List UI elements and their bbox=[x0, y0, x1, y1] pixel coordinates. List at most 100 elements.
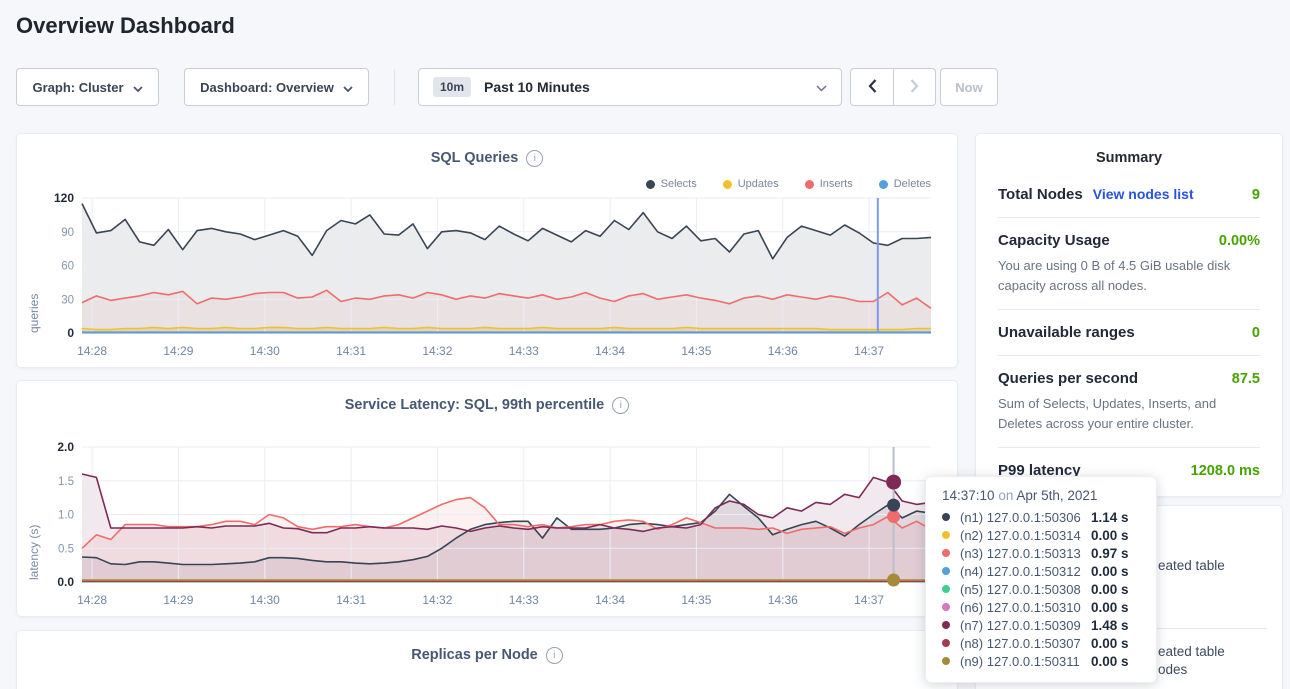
graph-dropdown-label: Graph: Cluster bbox=[32, 80, 123, 95]
tooltip-row: (n7) 127.0.0.1:503091.48 s bbox=[942, 616, 1140, 634]
svg-text:14:32: 14:32 bbox=[422, 344, 452, 358]
tooltip-row: (n6) 127.0.0.1:503100.00 s bbox=[942, 598, 1140, 616]
summary-label: Total Nodes bbox=[998, 186, 1083, 203]
svg-text:120: 120 bbox=[54, 192, 74, 205]
tooltip-row: (n9) 127.0.0.1:503110.00 s bbox=[942, 652, 1140, 670]
dashboard-dropdown[interactable]: Dashboard: Overview bbox=[184, 68, 369, 106]
legend-dot bbox=[646, 180, 655, 189]
svg-text:14:28: 14:28 bbox=[77, 344, 107, 358]
summary-row: Total Nodes View nodes list 9 bbox=[998, 186, 1260, 203]
time-range-dropdown[interactable]: 10m Past 10 Minutes bbox=[418, 68, 842, 106]
svg-text:0.0: 0.0 bbox=[57, 575, 74, 589]
tooltip-row: (n5) 127.0.0.1:503080.00 s bbox=[942, 580, 1140, 598]
svg-text:1.0: 1.0 bbox=[58, 510, 74, 522]
info-icon[interactable]: i bbox=[526, 150, 543, 167]
svg-text:14:33: 14:33 bbox=[509, 344, 539, 358]
node-dot bbox=[942, 603, 950, 611]
chevron-left-icon bbox=[868, 79, 877, 96]
event-text-fragment: odes bbox=[1158, 662, 1187, 677]
overview-dashboard-page: Overview Dashboard Graph: Cluster Dashbo… bbox=[0, 0, 1290, 689]
chart-title: Replicas per Node bbox=[411, 647, 538, 663]
legend-item-updates[interactable]: Updates bbox=[723, 178, 779, 190]
node-dot bbox=[942, 549, 950, 557]
legend-dot bbox=[723, 180, 732, 189]
chart-title: SQL Queries bbox=[431, 150, 519, 166]
chevron-down-icon bbox=[343, 80, 353, 95]
dashboard-controls: Graph: Cluster Dashboard: Overview 10m P… bbox=[16, 68, 1274, 106]
summary-title: Summary bbox=[998, 150, 1260, 166]
service-latency-chart[interactable]: 14:2814:2914:3014:3114:3214:3314:3414:35… bbox=[33, 441, 943, 616]
svg-text:0.5: 0.5 bbox=[58, 543, 74, 555]
divider bbox=[998, 309, 1260, 310]
sql-queries-chart[interactable]: 14:2814:2914:3014:3114:3214:3314:3414:35… bbox=[33, 192, 943, 367]
summary-value: 0 bbox=[1252, 325, 1260, 341]
legend-dot bbox=[879, 180, 888, 189]
node-dot bbox=[942, 531, 950, 539]
divider bbox=[998, 355, 1260, 356]
tooltip-row: (n2) 127.0.0.1:503140.00 s bbox=[942, 526, 1140, 544]
summary-label: Capacity Usage bbox=[998, 232, 1110, 249]
svg-text:14:36: 14:36 bbox=[768, 593, 798, 607]
svg-text:60: 60 bbox=[61, 261, 74, 273]
svg-text:2.0: 2.0 bbox=[57, 441, 74, 454]
tooltip-rows: (n1) 127.0.0.1:503061.14 s(n2) 127.0.0.1… bbox=[942, 508, 1140, 670]
svg-text:14:35: 14:35 bbox=[681, 344, 711, 358]
tooltip-row: (n8) 127.0.0.1:503070.00 s bbox=[942, 634, 1140, 652]
svg-text:14:33: 14:33 bbox=[509, 593, 539, 607]
chevron-down-icon bbox=[816, 80, 827, 95]
svg-text:14:34: 14:34 bbox=[595, 344, 625, 358]
tooltip-row: (n1) 127.0.0.1:503061.14 s bbox=[942, 508, 1140, 526]
summary-value: 0.00% bbox=[1219, 233, 1260, 249]
event-text-fragment: eated table bbox=[1158, 644, 1225, 659]
svg-text:14:37: 14:37 bbox=[854, 593, 884, 607]
legend-item-inserts[interactable]: Inserts bbox=[805, 178, 853, 190]
svg-text:14:37: 14:37 bbox=[854, 344, 884, 358]
legend-item-deletes[interactable]: Deletes bbox=[879, 178, 931, 190]
summary-value: 9 bbox=[1252, 187, 1260, 203]
time-pager bbox=[850, 68, 936, 106]
graph-dropdown[interactable]: Graph: Cluster bbox=[16, 68, 159, 106]
now-button[interactable]: Now bbox=[940, 68, 998, 106]
svg-text:14:31: 14:31 bbox=[336, 593, 366, 607]
time-range-label: Past 10 Minutes bbox=[484, 79, 590, 95]
legend-item-selects[interactable]: Selects bbox=[646, 178, 697, 190]
chevron-right-icon bbox=[910, 79, 919, 96]
svg-text:14:28: 14:28 bbox=[77, 593, 107, 607]
tooltip-timestamp: 14:37:10 on Apr 5th, 2021 bbox=[942, 488, 1140, 503]
svg-text:90: 90 bbox=[61, 227, 74, 239]
svg-text:14:29: 14:29 bbox=[163, 344, 193, 358]
node-dot bbox=[942, 585, 950, 593]
summary-row: Queries per second87.5Sum of Selects, Up… bbox=[998, 370, 1260, 433]
svg-text:14:34: 14:34 bbox=[595, 593, 625, 607]
time-prev-button[interactable] bbox=[850, 68, 893, 106]
toolbar-divider bbox=[394, 69, 395, 105]
chart-tooltip: 14:37:10 on Apr 5th, 2021 (n1) 127.0.0.1… bbox=[925, 476, 1157, 683]
info-icon[interactable]: i bbox=[546, 647, 563, 664]
sql-queries-card: SQL Queries i Selects Updates Inserts Delet… bbox=[16, 133, 958, 368]
chart-title: Service Latency: SQL, 99th percentile bbox=[345, 397, 605, 413]
tooltip-row: (n4) 127.0.0.1:503120.00 s bbox=[942, 562, 1140, 580]
view-nodes-link[interactable]: View nodes list bbox=[1093, 186, 1194, 202]
tooltip-row: (n3) 127.0.0.1:503130.97 s bbox=[942, 544, 1140, 562]
time-range-badge: 10m bbox=[433, 77, 471, 97]
svg-text:0: 0 bbox=[67, 326, 74, 340]
node-dot bbox=[942, 567, 950, 575]
page-title: Overview Dashboard bbox=[16, 13, 235, 39]
node-dot bbox=[942, 621, 950, 629]
svg-text:14:32: 14:32 bbox=[422, 593, 452, 607]
info-icon[interactable]: i bbox=[612, 397, 629, 414]
divider bbox=[998, 447, 1260, 448]
summary-caption: Sum of Selects, Updates, Inserts, and De… bbox=[998, 394, 1260, 433]
legend-dot bbox=[805, 180, 814, 189]
summary-label: Queries per second bbox=[998, 370, 1138, 387]
svg-text:14:30: 14:30 bbox=[250, 593, 280, 607]
time-next-button[interactable] bbox=[893, 68, 936, 106]
chevron-down-icon bbox=[133, 80, 143, 95]
summary-value: 1208.0 ms bbox=[1191, 463, 1260, 479]
node-dot bbox=[942, 657, 950, 665]
summary-panel: Summary Total Nodes View nodes list 9 Capac… bbox=[975, 133, 1283, 497]
summary-row: Capacity Usage0.00%You are using 0 B of … bbox=[998, 232, 1260, 295]
service-latency-card: Service Latency: SQL, 99th percentile i … bbox=[16, 380, 958, 617]
replicas-per-node-card: Replicas per Node i bbox=[16, 630, 958, 689]
svg-text:14:31: 14:31 bbox=[336, 344, 366, 358]
